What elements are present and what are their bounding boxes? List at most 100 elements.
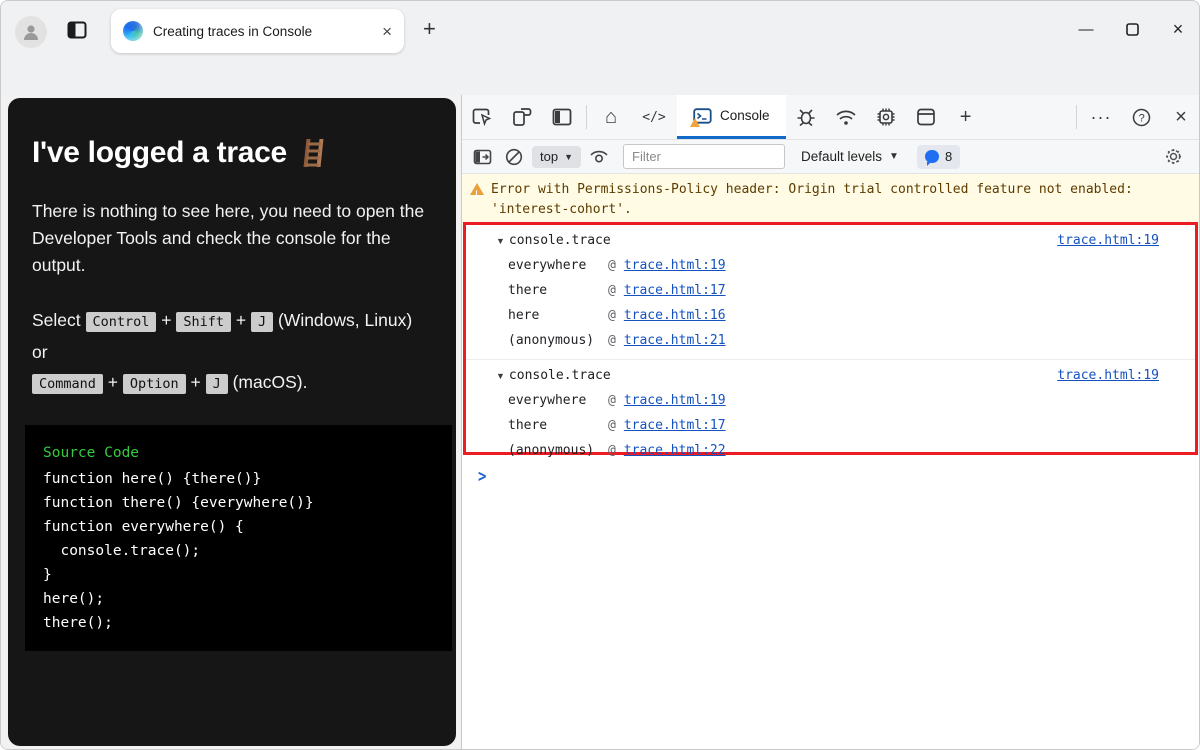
live-expression-button[interactable]	[585, 143, 613, 171]
clear-console-button[interactable]	[500, 143, 528, 171]
maximize-icon	[1126, 23, 1139, 36]
frame-function-name: there	[508, 283, 604, 298]
frame-at-symbol: @	[608, 443, 616, 458]
frame-function-name: everywhere	[508, 393, 604, 408]
context-selector-value: top	[540, 149, 558, 164]
kbd-j-mac: J	[206, 374, 228, 394]
frame-source-link[interactable]: trace.html:17	[624, 418, 726, 433]
tab-welcome[interactable]: ⌂	[591, 95, 631, 139]
annotation-red-box: ▼console.tracetrace.html:19everywhere@tr…	[463, 222, 1198, 455]
frame-at-symbol: @	[608, 333, 616, 348]
source-code-lines: function here() {there()} function there…	[43, 467, 434, 635]
warning-text: Error with Permissions-Policy header: Or…	[491, 180, 1133, 220]
trace-header: ▼console.tracetrace.html:19	[476, 363, 1185, 388]
clear-console-icon	[505, 148, 523, 166]
console-warning-badge-icon	[690, 118, 700, 127]
frame-source-link[interactable]: trace.html:16	[624, 308, 726, 323]
new-tab-button[interactable]: +	[423, 19, 436, 39]
plus-icon: +	[960, 106, 972, 129]
tab-title: Creating traces in Console	[153, 24, 372, 39]
profile-avatar[interactable]	[15, 16, 47, 48]
gear-icon	[1164, 147, 1183, 166]
frame-function-name: (anonymous)	[508, 443, 604, 458]
application-icon	[916, 108, 936, 126]
stack-frame-row: (anonymous)@trace.html:21	[476, 328, 1185, 353]
console-settings-button[interactable]	[1159, 143, 1187, 171]
devtools-tabbar: ⌂ </> Console	[462, 95, 1200, 140]
shortcut-mac-suffix: (macOS).	[228, 372, 308, 392]
expand-triangle-icon[interactable]: ▼	[496, 236, 505, 246]
trace-source-link[interactable]: trace.html:19	[1057, 368, 1159, 383]
trace-group: ▼ console.trace trace.html:19 everywhere @ tr…	[466, 225, 1195, 359]
maximize-button[interactable]	[1109, 23, 1155, 36]
tab-application[interactable]	[906, 95, 946, 139]
shortcut-paragraph: Select Control + Shift + J (Windows, Lin…	[32, 305, 432, 399]
frame-at-symbol: @	[608, 283, 616, 298]
context-selector[interactable]: top ▼	[532, 146, 581, 168]
trace-source-link[interactable]: trace.html:19	[1057, 233, 1159, 248]
log-levels-dropdown[interactable]: Default levels ▼	[801, 149, 899, 164]
tab-issues[interactable]	[786, 95, 826, 139]
page-title: I've logged a trace	[32, 136, 432, 170]
cpu-chip-icon	[876, 107, 896, 127]
close-devtools-button[interactable]: ×	[1161, 95, 1200, 139]
svg-text:?: ?	[1138, 112, 1144, 124]
tab-console[interactable]: Console	[677, 95, 786, 139]
expand-triangle-icon[interactable]: ▼	[496, 371, 505, 381]
frame-source-link[interactable]: trace.html:21	[624, 333, 726, 348]
frame-function-name: here	[508, 308, 604, 323]
more-tabs-button[interactable]: +	[946, 95, 986, 139]
dock-side-button[interactable]	[542, 95, 582, 139]
kbd-shift: Shift	[176, 312, 231, 332]
inspect-element-button[interactable]	[462, 95, 502, 139]
frame-source-link[interactable]: trace.html:19	[624, 258, 726, 273]
browser-titlebar: Creating traces in Console × + — ×	[1, 1, 1200, 57]
stack-frame-row: everywhere @ trace.html:19	[476, 388, 1185, 413]
network-wifi-icon	[835, 109, 857, 126]
tab-performance[interactable]	[866, 95, 906, 139]
console-sidebar-button[interactable]	[468, 143, 496, 171]
page-card: I've logged a trace There is nothing to …	[8, 98, 456, 746]
trace-header: ▼ console.trace trace.html:19	[476, 228, 1185, 253]
kbd-j-win: J	[251, 312, 273, 332]
shortcut-prefix: Select	[32, 310, 81, 330]
help-icon: ?	[1132, 108, 1151, 127]
inspect-icon	[472, 108, 492, 126]
page-title-text: I've logged a trace	[32, 136, 287, 170]
elements-icon: </>	[642, 110, 665, 125]
browser-window: Creating traces in Console × + — × ←	[0, 0, 1200, 750]
person-icon	[21, 22, 41, 42]
message-count: 8	[945, 149, 952, 164]
page-paragraph: There is nothing to see here, you need t…	[32, 198, 432, 279]
frame-source-link[interactable]: trace.html:17	[624, 283, 726, 298]
device-emulation-button[interactable]	[502, 95, 542, 139]
workspaces-glyph-icon	[67, 21, 89, 41]
tab-network[interactable]	[826, 95, 866, 139]
customize-devtools-button[interactable]: ···	[1081, 95, 1121, 139]
browser-content: I've logged a trace There is nothing to …	[1, 95, 1200, 750]
workspaces-icon[interactable]	[67, 21, 89, 41]
log-levels-label: Default levels	[801, 149, 882, 164]
frame-at-symbol: @	[608, 393, 616, 408]
chevron-down-icon: ▼	[564, 152, 573, 162]
close-window-button[interactable]: ×	[1155, 19, 1200, 40]
console-prompt[interactable]: >	[462, 464, 1200, 490]
browser-tab[interactable]: Creating traces in Console ×	[111, 9, 404, 53]
filter-input[interactable]	[623, 144, 785, 169]
edge-logo-icon	[123, 21, 143, 41]
devtools-panel: ⌂ </> Console	[461, 95, 1200, 750]
frame-source-link[interactable]: trace.html:19	[624, 393, 726, 408]
trace-label: console.trace	[509, 233, 611, 248]
frame-source-link[interactable]: trace.html:22	[624, 443, 726, 458]
chevron-down-icon: ▼	[889, 151, 899, 162]
tab-close-icon[interactable]: ×	[382, 23, 392, 40]
eye-icon	[589, 149, 609, 164]
tab-elements[interactable]: </>	[631, 95, 677, 139]
warning-triangle-icon	[470, 183, 484, 195]
kbd-control: Control	[86, 312, 157, 332]
message-count-badge[interactable]: 8	[917, 145, 960, 169]
minimize-button[interactable]: —	[1063, 21, 1109, 38]
help-button[interactable]: ?	[1121, 95, 1161, 139]
source-code-block: Source Code function here() {there()} fu…	[25, 425, 452, 651]
frame-function-name: everywhere	[508, 258, 604, 273]
